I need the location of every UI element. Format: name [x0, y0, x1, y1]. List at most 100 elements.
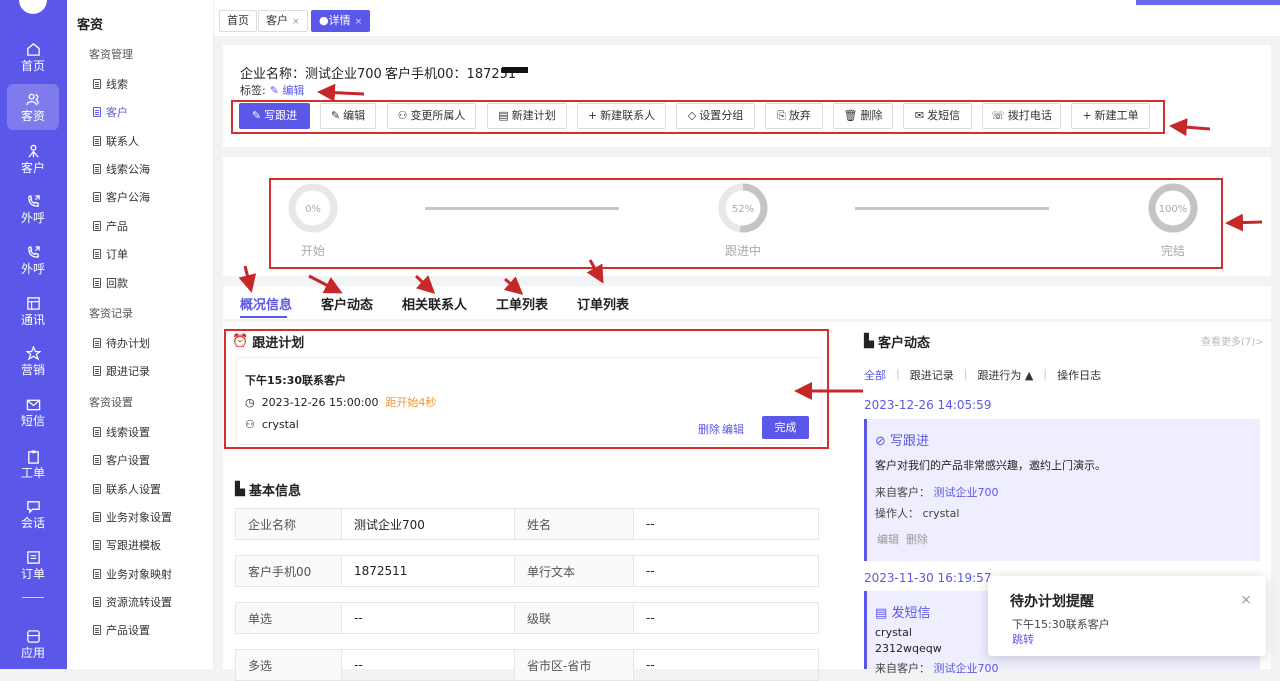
menu-item[interactable]: 跟进记录 [93, 363, 150, 379]
view-more-link[interactable]: 查看更多(7)> [1201, 333, 1264, 348]
rail-item-label: 短信 [20, 414, 45, 428]
close-icon[interactable]: × [1240, 592, 1252, 608]
menu-item[interactable]: 待办计划 [93, 335, 150, 351]
marketing-icon [25, 345, 41, 361]
dynamic-delete-link[interactable]: 删除 [906, 533, 928, 546]
table-row: 多选 -- 省市区-省市 -- [235, 649, 819, 681]
filter-oplog[interactable]: 操作日志 [1057, 367, 1101, 383]
tab-ticket-list[interactable]: 工单列表 [496, 294, 548, 313]
menu-item-label: 订单 [106, 248, 128, 261]
rail-item[interactable]: 营销 [7, 338, 59, 384]
menu-item-label: 客户 [106, 106, 128, 119]
document-icon [93, 366, 101, 376]
dynamic-date: 2023-12-26 14:05:59 [864, 398, 992, 412]
menu-item[interactable]: 订单 [93, 246, 128, 262]
close-icon[interactable]: × [355, 17, 363, 27]
dynamics-title: ▙ 客户动态 [864, 334, 931, 351]
document-icon [93, 338, 101, 348]
menu-item-label: 线索设置 [106, 426, 150, 439]
menu-item[interactable]: 资源流转设置 [93, 594, 172, 610]
rail-item[interactable]: 外呼 [7, 237, 59, 283]
basic-info-title: ▙ 基本信息 [235, 482, 302, 499]
annotation-box [231, 100, 1165, 134]
phone-out-icon [25, 193, 41, 209]
menu-item[interactable]: 回款 [93, 275, 128, 291]
document-icon [93, 79, 101, 89]
menu-item[interactable]: 业务对象映射 [93, 566, 172, 582]
users-icon [25, 91, 41, 107]
tab-customer-dynamics[interactable]: 客户动态 [321, 294, 373, 313]
rail-item[interactable]: 订单 [7, 542, 59, 588]
tab-related-contacts[interactable]: 相关联系人 [402, 294, 467, 313]
rail-item-label: 客资 [20, 109, 45, 123]
menu-item[interactable]: 客户 [93, 104, 128, 120]
rail-item[interactable]: 客户 [7, 136, 59, 182]
menu-item-label: 写跟进模板 [106, 539, 161, 552]
filter-followup[interactable]: 跟进记录 [910, 367, 954, 383]
menu-title: 客资 [77, 18, 104, 33]
tab-customer[interactable]: 客户 × [258, 10, 308, 32]
menu-item-label: 联系人设置 [106, 483, 161, 496]
menu-item-label: 资源流转设置 [106, 596, 172, 609]
menu-item-label: 联系人 [106, 135, 139, 148]
dynamic-edit-link[interactable]: 编辑 [877, 533, 899, 546]
rail-item[interactable]: 客资 [7, 84, 59, 130]
rail-item[interactable]: 会话 [7, 491, 59, 537]
mail-icon [25, 396, 41, 412]
company-name: 企业名称：测试企业700 [240, 67, 382, 82]
tag-icon: ⊘ [875, 434, 886, 449]
tab-order-list[interactable]: 订单列表 [577, 294, 629, 313]
dynamic-line: 2312wqeqw [875, 642, 942, 655]
annotation-box [224, 329, 829, 449]
field-value: -- [646, 564, 655, 578]
rail-item[interactable]: 首页 [7, 34, 59, 80]
menu-item[interactable]: 写跟进模板 [93, 537, 161, 553]
field-value: -- [342, 603, 515, 633]
menu-item[interactable]: 线索公海 [93, 161, 150, 177]
dynamic-line: crystal [875, 626, 912, 639]
tab-home[interactable]: 首页 [219, 10, 257, 32]
list-icon [25, 549, 41, 565]
rail-item[interactable]: 工单 [7, 441, 59, 487]
chart-icon: ▙ [864, 334, 874, 349]
annotation-box [269, 178, 1223, 269]
table-row: 企业名称 测试企业700 姓名 -- [235, 508, 819, 540]
close-icon[interactable]: × [292, 17, 300, 27]
reminder-toast: 待办计划提醒 × 下午15:30联系客户 跳转 [988, 576, 1266, 656]
field-label: 多选 [236, 650, 342, 680]
dynamic-content: 客户对我们的产品非常感兴趣，邀约上门演示。 [875, 459, 1106, 472]
menu-item[interactable]: 联系人 [93, 133, 139, 149]
document-icon [93, 512, 101, 522]
clipboard-icon [25, 448, 41, 464]
field-label: 级联 [515, 603, 634, 633]
rail-item-label: 客户 [20, 161, 45, 175]
sms-icon: ▤ [875, 606, 888, 621]
menu-item-label: 业务对象设置 [106, 511, 172, 524]
menu-item[interactable]: 产品设置 [93, 622, 150, 638]
field-label: 姓名 [515, 509, 634, 539]
menu-item[interactable]: 线索 [93, 76, 128, 92]
menu-item[interactable]: 线索设置 [93, 424, 150, 440]
field-value: 1872511 [342, 556, 515, 586]
menu-item[interactable]: 客户公海 [93, 189, 150, 205]
chat-icon [25, 498, 41, 514]
rail-item[interactable]: 应用 [7, 621, 59, 667]
rail-item[interactable]: 外呼 [7, 186, 59, 232]
dynamic-from-link[interactable]: 测试企业700 [934, 486, 999, 499]
menu-item[interactable]: 业务对象设置 [93, 509, 172, 525]
tab-detail[interactable]: ●详情 × [311, 10, 371, 32]
menu-item[interactable]: 产品 [93, 218, 128, 234]
rail-item[interactable]: 短信 [7, 389, 59, 435]
grid-icon [25, 295, 41, 311]
dynamic-actions: 编辑 删除 [877, 531, 928, 547]
tab-overview[interactable]: 概况信息 [240, 294, 292, 313]
rail-item[interactable]: 通讯 [7, 288, 59, 334]
toast-jump-link[interactable]: 跳转 [1012, 631, 1034, 647]
filter-all[interactable]: 全部 [864, 367, 886, 383]
dynamics-filters: 全部 | 跟进记录 | 跟进行为 ▲ | 操作日志 [864, 367, 1102, 383]
table-row: 客户手机00 1872511 单行文本 -- [235, 555, 819, 587]
menu-item[interactable]: 客户设置 [93, 452, 150, 468]
filter-behavior[interactable]: 跟进行为 ▲ [977, 367, 1033, 383]
tag-edit-link[interactable]: ✎ 编辑 [270, 84, 305, 97]
menu-item[interactable]: 联系人设置 [93, 481, 161, 497]
